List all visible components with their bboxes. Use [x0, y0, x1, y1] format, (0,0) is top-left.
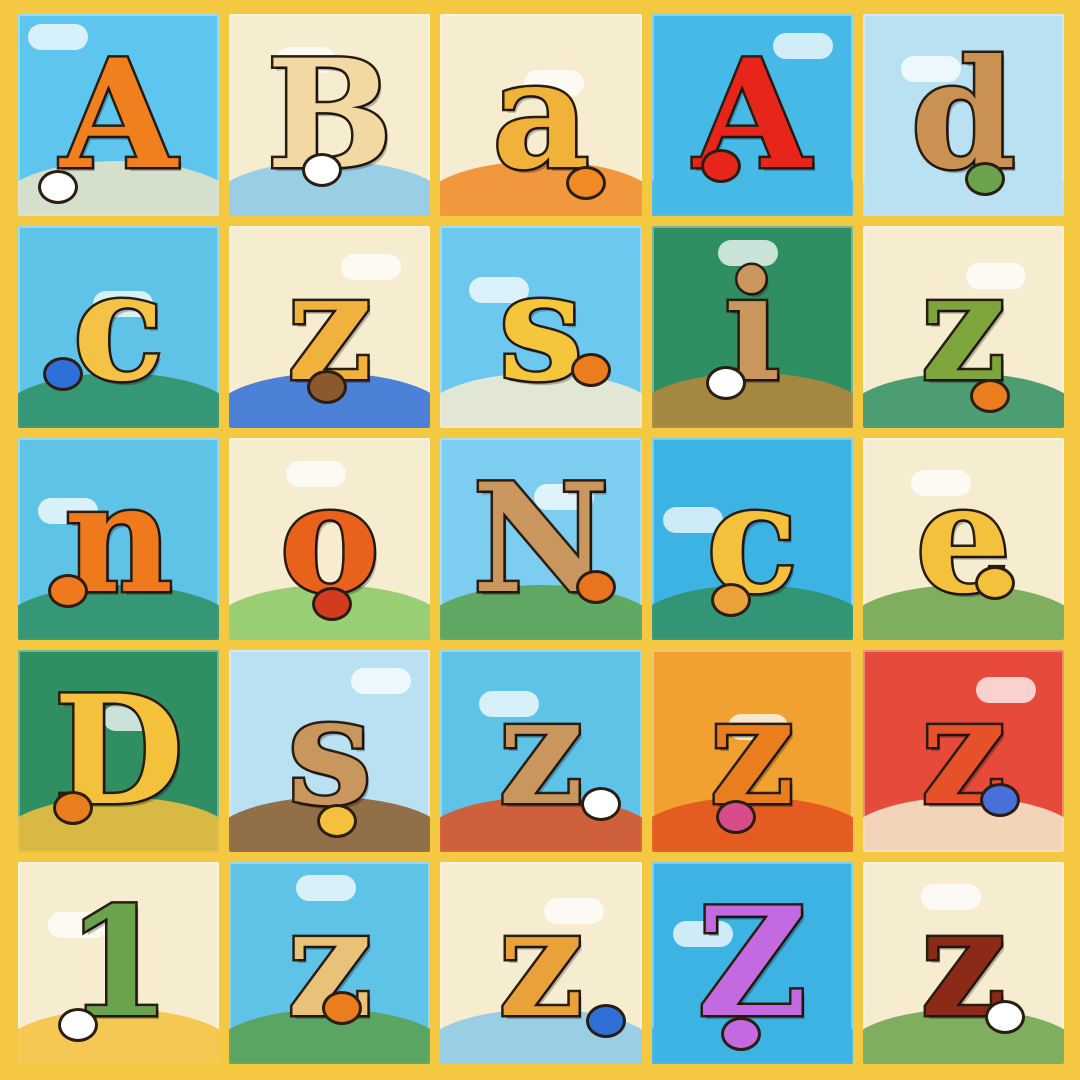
- letter-tile: c: [651, 438, 853, 640]
- letter-glyph: z: [918, 663, 1008, 839]
- letter-glyph: a: [490, 27, 592, 203]
- letter-tile: z: [440, 650, 642, 852]
- letter-tile: o: [229, 438, 431, 640]
- letter-tile: z: [229, 226, 431, 428]
- letter-tile: z: [862, 862, 1064, 1064]
- letter-tile: c: [18, 226, 220, 428]
- letter-tile: a: [440, 14, 642, 216]
- letter-glyph: e: [913, 451, 1013, 627]
- letter-glyph: z: [918, 875, 1008, 1051]
- cartoon-critter-icon: [322, 991, 363, 1025]
- letter-tile: A: [18, 14, 220, 216]
- letter-tile: B: [229, 14, 431, 216]
- letter-glyph: i: [721, 239, 783, 415]
- letter-glyph: 1: [64, 875, 173, 1051]
- cartoon-critter-icon: [58, 1008, 98, 1042]
- letter-glyph: Z: [695, 875, 810, 1051]
- letter-tile: z: [862, 226, 1064, 428]
- letter-tile: Z: [651, 862, 853, 1064]
- letter-tile: A: [651, 14, 853, 216]
- letter-glyph: D: [51, 663, 186, 839]
- cartoon-critter-icon: [48, 574, 88, 608]
- cartoon-critter-icon: [302, 153, 343, 187]
- cartoon-critter-icon: [969, 379, 1010, 413]
- letter-glyph: z: [707, 663, 797, 839]
- cartoon-critter-icon: [53, 791, 93, 825]
- cartoon-critter-icon: [43, 357, 83, 391]
- letter-tile: d: [862, 14, 1064, 216]
- cartoon-critter-icon: [38, 170, 78, 204]
- letter-tile: z: [862, 650, 1064, 852]
- letter-tile: i: [651, 226, 853, 428]
- letter-tile: e: [862, 438, 1064, 640]
- cartoon-critter-icon: [705, 366, 746, 400]
- cartoon-critter-icon: [710, 583, 751, 617]
- cartoon-critter-icon: [317, 804, 358, 838]
- letter-tile: n: [18, 438, 220, 640]
- letter-tile: z: [229, 862, 431, 1064]
- letter-tile: s: [440, 226, 642, 428]
- cartoon-critter-icon: [700, 149, 741, 183]
- letter-tile: N: [440, 438, 642, 640]
- letter-tile: z: [440, 862, 642, 1064]
- letter-tile: s: [229, 650, 431, 852]
- letter-glyph: d: [908, 27, 1018, 203]
- cartoon-critter-icon: [307, 370, 348, 404]
- letter-glyph: A: [691, 27, 812, 203]
- letter-tile: 1: [18, 862, 220, 1064]
- cartoon-critter-icon: [964, 162, 1005, 196]
- cartoon-critter-icon: [974, 566, 1015, 600]
- letter-glyph: s: [285, 663, 374, 839]
- letter-tile: z: [651, 650, 853, 852]
- letter-tile: D: [18, 650, 220, 852]
- letter-glyph: A: [58, 27, 179, 203]
- letter-glyph: z: [918, 239, 1008, 415]
- cartoon-critter-icon: [715, 800, 756, 834]
- cartoon-critter-icon: [312, 587, 353, 621]
- cartoon-critter-icon: [979, 783, 1020, 817]
- cartoon-critter-icon: [720, 1017, 761, 1051]
- letter-glyph: s: [496, 239, 585, 415]
- letter-glyph: c: [704, 451, 800, 627]
- cartoon-critter-icon: [984, 1000, 1025, 1034]
- alphabet-tile-grid: ABaAdczsiznoNceDszzz1zzZz: [18, 14, 1064, 1064]
